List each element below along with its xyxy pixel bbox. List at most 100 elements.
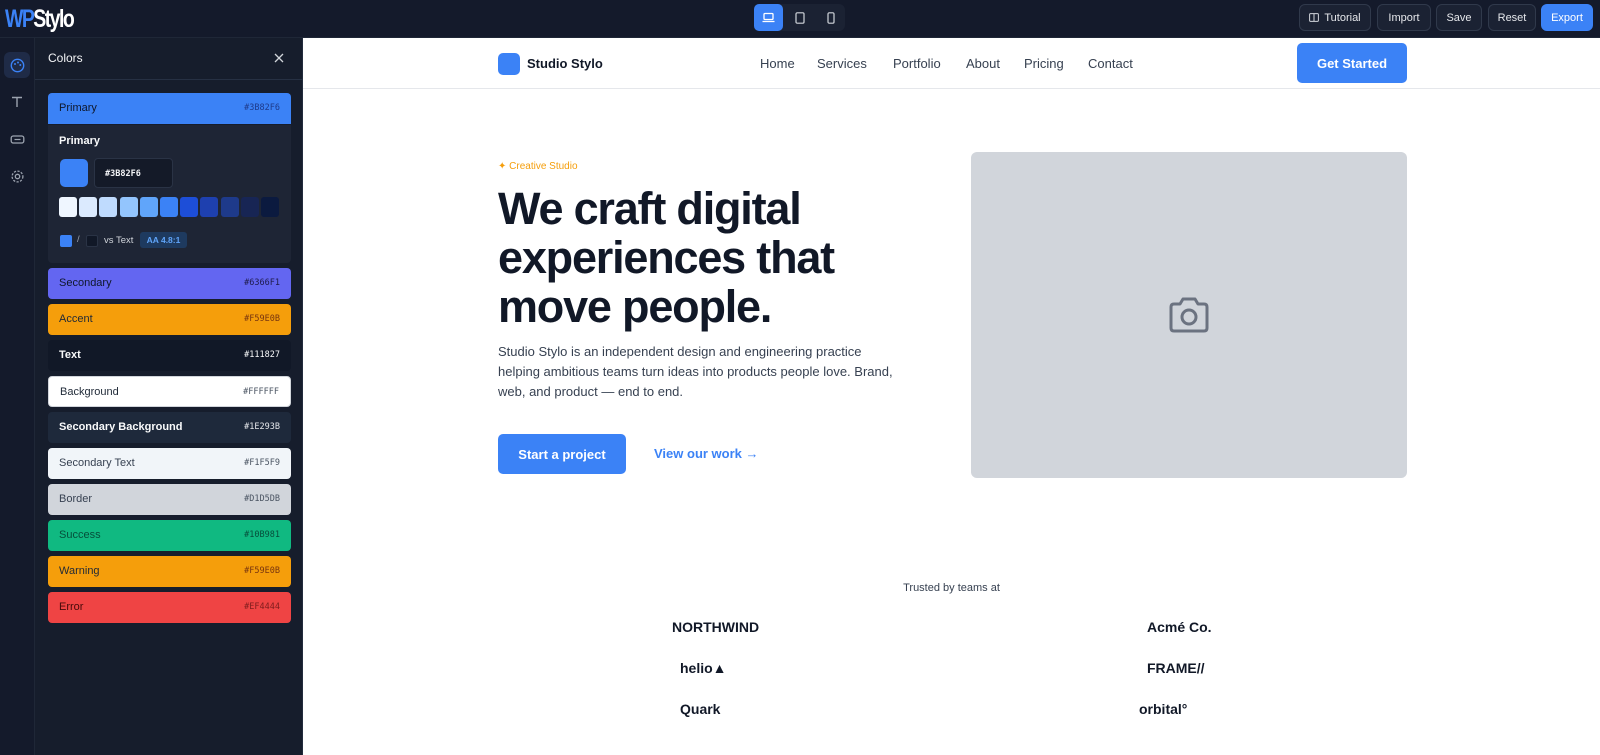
get-started-button[interactable]: Get Started	[1297, 43, 1407, 83]
tablet-view-button[interactable]	[785, 4, 814, 31]
tutorial-button[interactable]: Tutorial	[1299, 4, 1371, 31]
reset-label: Reset	[1497, 11, 1527, 24]
hex-input[interactable]: #3B82F6	[94, 158, 173, 188]
client-logo-northwind: NORTHWIND	[672, 619, 760, 635]
nav-home[interactable]: Home	[760, 56, 795, 71]
hero-eyebrow: ✦ Creative Studio	[498, 161, 578, 172]
color-row-success[interactable]: Success #10B981	[48, 520, 291, 551]
close-panel-button[interactable]	[271, 50, 287, 66]
logo-wp: WP	[5, 5, 35, 33]
site-header: Studio Stylo Home Services Portfolio Abo…	[303, 38, 1600, 89]
shade-swatch[interactable]	[139, 197, 158, 217]
color-name: Accent	[59, 313, 93, 325]
import-button[interactable]: Import	[1377, 4, 1431, 31]
color-hex: #F59E0B	[244, 314, 280, 324]
color-name: Warning	[59, 565, 100, 577]
camera-icon	[1169, 297, 1209, 333]
color-name: Border	[59, 493, 93, 505]
save-button[interactable]: Save	[1436, 4, 1482, 31]
book-icon	[1309, 13, 1320, 22]
color-hex: #1E293B	[244, 422, 280, 432]
color-hex: #F1F5F9	[244, 458, 280, 468]
color-name: Secondary	[59, 277, 112, 289]
color-picker-swatch[interactable]	[60, 159, 88, 187]
desktop-view-button[interactable]	[754, 4, 783, 31]
color-hex: #D1D5DB	[244, 494, 280, 504]
hero-title: We craft digital experiences that move p…	[498, 183, 835, 332]
tablet-icon	[794, 11, 805, 24]
colors-panel: Colors Primary #3B82F6 Secondary #6366F1 Acc…	[35, 38, 303, 755]
shade-swatch[interactable]	[200, 197, 219, 217]
contrast-foreground-swatch	[60, 235, 72, 247]
panel-title: Colors	[48, 51, 83, 65]
contrast-label: vs Text	[104, 235, 134, 246]
nav-contact[interactable]: Contact	[1088, 56, 1133, 71]
view-work-link[interactable]: View our work →	[654, 446, 759, 461]
color-name: Error	[59, 601, 84, 613]
laptop-icon	[762, 12, 775, 23]
shade-swatch[interactable]	[180, 197, 199, 217]
shade-swatch[interactable]	[261, 197, 279, 217]
editor-title: Primary	[59, 135, 100, 147]
color-hex: #6366F1	[244, 278, 280, 288]
reset-button[interactable]: Reset	[1488, 4, 1536, 31]
color-name: Primary	[59, 102, 97, 114]
client-logo-quark: Quark	[680, 701, 721, 717]
color-row-secondary-background[interactable]: Secondary Background #1E293B	[48, 412, 291, 443]
contrast-ratio-badge: AA 4.8:1	[140, 232, 187, 248]
gear-icon	[10, 169, 24, 183]
color-hex: #111827	[244, 350, 280, 360]
export-button[interactable]: Export	[1541, 4, 1593, 31]
shade-swatch[interactable]	[240, 197, 259, 217]
rail-settings[interactable]	[4, 163, 30, 189]
color-name: Success	[59, 529, 101, 541]
trusted-label: Trusted by teams at	[903, 582, 1000, 594]
color-row-text[interactable]: Text #111827	[48, 340, 291, 371]
client-logo-frame: FRAME//	[1147, 660, 1205, 676]
nav-about[interactable]: About	[966, 56, 1000, 71]
rail-typography[interactable]	[4, 89, 30, 115]
nav-pricing[interactable]: Pricing	[1024, 56, 1064, 71]
hero-image-placeholder	[971, 152, 1407, 478]
typography-icon	[12, 96, 22, 107]
client-logo-orbital: orbital°	[1139, 701, 1188, 717]
primary-color-editor: Primary #3B82F6 / vs Text AA 4.8:1	[48, 125, 291, 263]
color-hex: #EF4444	[244, 602, 280, 612]
rail-buttons[interactable]	[4, 126, 30, 152]
color-row-error[interactable]: Error #EF4444	[48, 592, 291, 623]
color-row-accent[interactable]: Accent #F59E0B	[48, 304, 291, 335]
shade-swatch[interactable]	[160, 197, 178, 217]
nav-portfolio[interactable]: Portfolio	[893, 56, 941, 71]
color-name: Secondary Background	[59, 421, 183, 433]
shade-swatch[interactable]	[79, 197, 98, 217]
mobile-view-button[interactable]	[816, 4, 845, 31]
shade-swatch[interactable]	[119, 197, 138, 217]
color-row-border[interactable]: Border #D1D5DB	[48, 484, 291, 515]
shade-swatch[interactable]	[59, 197, 77, 217]
color-name: Text	[59, 349, 81, 361]
color-hex: #3B82F6	[244, 103, 280, 113]
color-row-warning[interactable]: Warning #F59E0B	[48, 556, 291, 587]
color-row-secondary-text[interactable]: Secondary Text #F1F5F9	[48, 448, 291, 479]
panel-header: Colors	[35, 38, 303, 80]
contrast-checker: / vs Text AA 4.8:1	[60, 232, 280, 248]
contrast-background-swatch	[86, 235, 98, 247]
rail-colors[interactable]	[4, 52, 30, 78]
shade-swatch[interactable]	[99, 197, 118, 217]
shade-swatch[interactable]	[220, 197, 239, 217]
top-toolbar: WPStylo Tutorial Import Save Reset Expor…	[0, 0, 1600, 38]
logo-stylo: Stylo	[33, 5, 74, 33]
color-name: Background	[60, 386, 119, 398]
nav-services[interactable]: Services	[817, 56, 867, 71]
phone-icon	[826, 11, 835, 24]
color-row-secondary[interactable]: Secondary #6366F1	[48, 268, 291, 299]
color-hex: #10B981	[244, 530, 280, 540]
color-row-primary[interactable]: Primary #3B82F6	[48, 93, 291, 124]
client-logo-acme: Acmé Co.	[1147, 619, 1212, 635]
export-label: Export	[1551, 11, 1583, 24]
contrast-separator: /	[77, 234, 80, 245]
start-project-button[interactable]: Start a project	[498, 434, 626, 474]
preview-canvas: Studio Stylo Home Services Portfolio Abo…	[303, 38, 1600, 755]
color-row-background[interactable]: Background #FFFFFF	[48, 376, 291, 407]
close-icon	[274, 53, 284, 63]
